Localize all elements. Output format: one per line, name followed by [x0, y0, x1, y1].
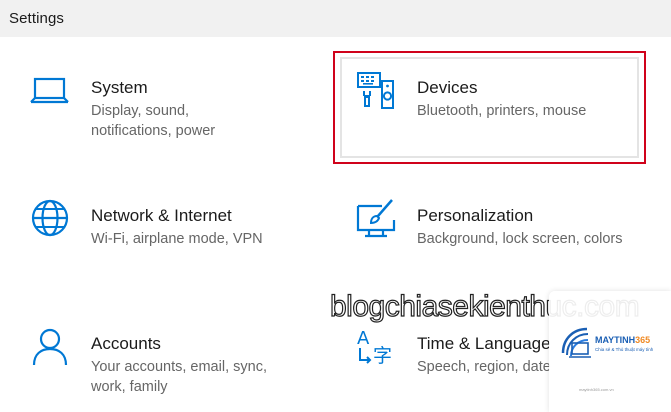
devices-icon [356, 70, 396, 110]
logo-mark-icon [561, 327, 591, 358]
settings-window: Settings System Display, sound, notifica… [0, 0, 671, 412]
person-icon [30, 326, 70, 366]
tile-description: Bluetooth, printers, mouse [417, 103, 587, 119]
svg-text:字: 字 [373, 345, 392, 366]
tile-personalization[interactable]: Personalization Background, lock screen,… [356, 198, 646, 268]
svg-text:A: A [357, 328, 370, 349]
tile-accounts[interactable]: Accounts Your accounts, email, sync, wor… [30, 326, 320, 412]
title-bar: Settings [0, 0, 671, 37]
tile-description: Wi-Fi, airplane mode, VPN [91, 231, 263, 247]
tile-name: Network & Internet [91, 206, 232, 225]
tile-devices[interactable]: Devices Bluetooth, printers, mouse [356, 70, 636, 160]
logo-tagline: Chia sẻ & Thủ thuật máy tính [595, 347, 654, 352]
globe-icon [30, 198, 70, 238]
tile-name: Personalization [417, 206, 534, 225]
tile-name: Accounts [91, 334, 161, 353]
tile-description: Background, lock screen, colors [417, 231, 623, 247]
tile-network-internet[interactable]: Network & Internet Wi-Fi, airplane mode,… [30, 198, 320, 268]
tile-name: Devices [417, 78, 478, 97]
tile-system[interactable]: System Display, sound, notifications, po… [30, 70, 320, 160]
tile-description: Your accounts, email, sync, work, family [91, 359, 267, 395]
tile-name: System [91, 78, 148, 97]
tile-name: Time & Language [417, 334, 551, 353]
logo-brand: MAYTINH365 [595, 335, 651, 345]
tile-description: Display, sound, notifications, power [91, 103, 216, 139]
window-title: Settings [9, 10, 64, 27]
time-language-icon: A 字 [356, 326, 396, 366]
logo-site: maytinh365.com.vn [579, 387, 614, 392]
paintbrush-icon [356, 198, 396, 238]
maytinh365-logo: MAYTINH365 Chia sẻ & Thủ thuật máy tính … [549, 291, 671, 412]
laptop-icon [30, 70, 70, 110]
